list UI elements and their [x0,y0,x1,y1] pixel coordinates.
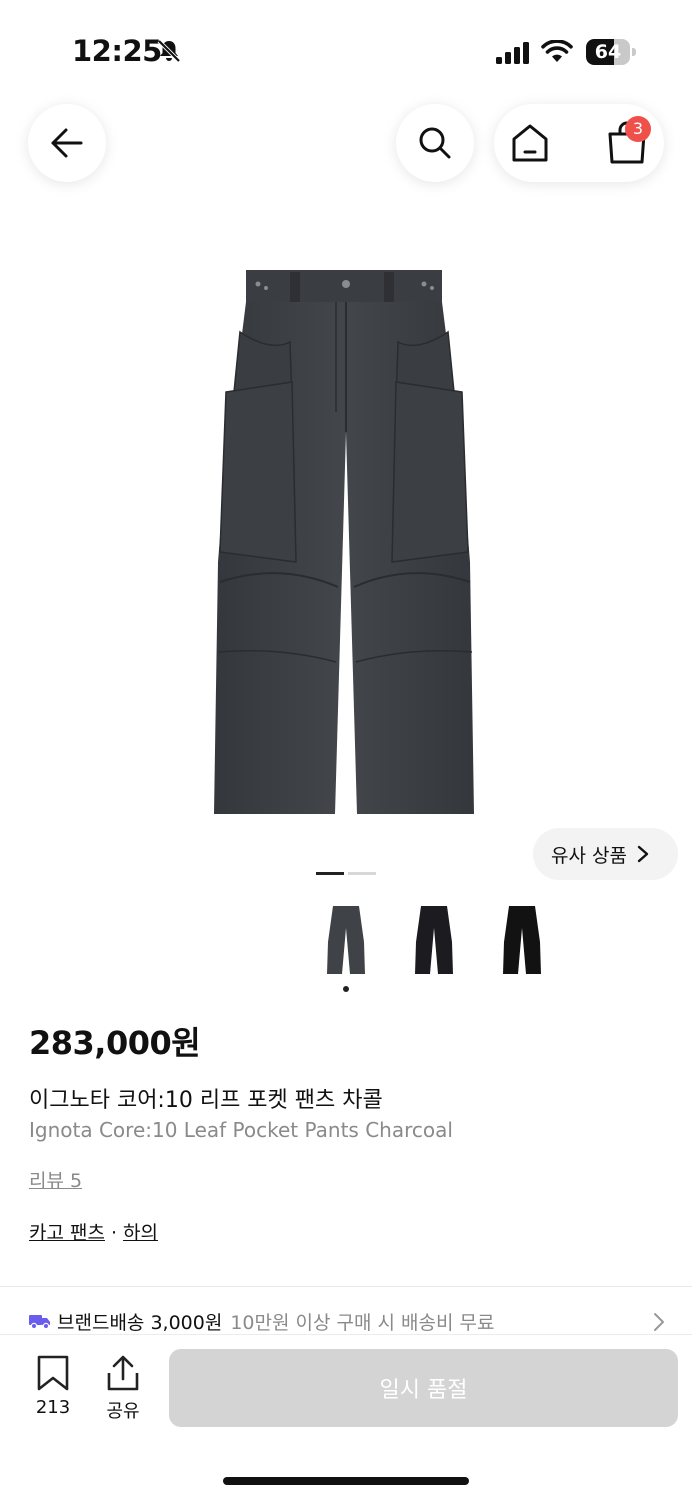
product-image[interactable] [200,262,492,822]
share-label: 공유 [106,1401,140,1422]
search-button[interactable] [396,104,474,182]
category-link-bottoms[interactable]: 하의 [123,1222,158,1244]
category-breadcrumb: 카고 팬츠 · 하의 [29,1218,158,1245]
bookmark-icon [37,1355,69,1391]
shipping-fee: 브랜드배송 3,000원 [57,1311,223,1334]
cellular-signal-icon [496,42,529,64]
selected-thumbnail-dot [343,986,349,992]
bell-off-icon [157,39,181,63]
sold-out-button[interactable]: 일시 품절 [169,1349,678,1427]
similar-products-label: 유사 상품 [551,844,627,867]
chevron-right-icon [637,845,649,863]
share-icon [107,1355,139,1391]
bottom-action-bar: 213 공유 일시 품절 [0,1334,692,1500]
product-price: 283,000원 [29,1024,201,1062]
bookmark-count: 213 [35,1397,71,1418]
product-name-ko: 이그노타 코어:10 리프 포켓 팬츠 차콜 [29,1088,383,1113]
reviews-link[interactable]: 리뷰 5 [29,1166,82,1193]
cart-count-badge: 3 [625,116,651,142]
status-time: 12:25 [72,34,162,68]
similar-products-button[interactable]: 유사 상품 [533,828,678,880]
chevron-right-icon [654,1313,664,1331]
wifi-icon [541,40,573,62]
share-button[interactable]: 공유 [93,1355,153,1423]
truck-icon [29,1315,50,1329]
pager-indicator [348,872,376,875]
battery-indicator: 64 [586,39,636,65]
pager-indicator [316,872,344,875]
search-icon [419,127,451,159]
battery-percent: 64 [594,41,622,63]
bookmark-button[interactable]: 213 [23,1355,83,1418]
product-name-en: Ignota Core:10 Leaf Pocket Pants Charcoa… [29,1118,453,1142]
home-icon[interactable] [508,121,552,165]
category-link-cargo[interactable]: 카고 팬츠 [29,1222,105,1244]
shipping-info-row[interactable]: 브랜드배송 3,000원 10만원 이상 구매 시 배송비 무료 [29,1306,669,1336]
color-thumbnail[interactable] [320,902,372,978]
home-indicator [223,1477,469,1485]
section-divider [0,1286,692,1287]
home-cart-group: 3 [494,104,664,182]
free-shipping-condition: 10만원 이상 구매 시 배송비 무료 [230,1311,495,1334]
color-thumbnail[interactable] [408,902,460,978]
status-bar: 12:25 64 [0,0,692,100]
color-thumbnails [320,902,560,982]
image-pager [316,872,376,876]
back-button[interactable] [28,104,106,182]
category-separator: · [110,1222,118,1244]
arrow-left-icon [51,128,83,158]
color-thumbnail[interactable] [496,902,548,978]
